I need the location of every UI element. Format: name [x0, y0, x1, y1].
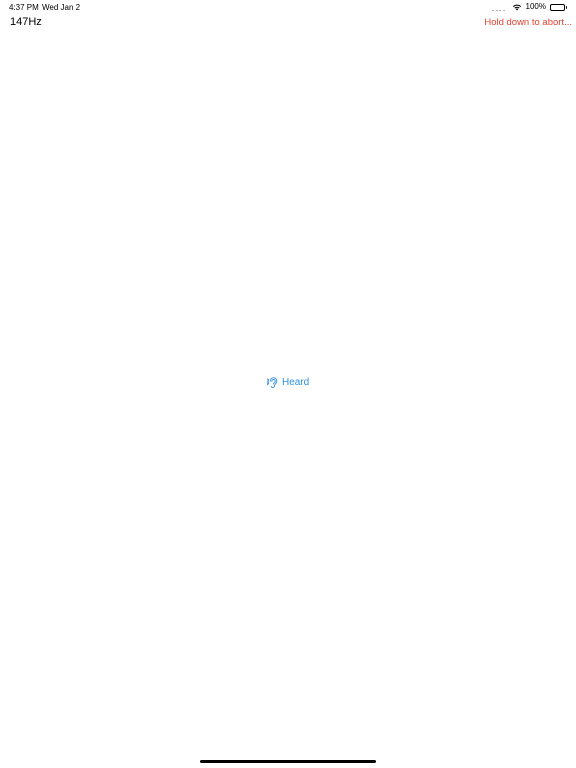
home-indicator[interactable]	[200, 760, 376, 763]
heard-button[interactable]: Heard	[267, 376, 309, 389]
signal-dots-icon	[492, 3, 505, 11]
status-bar: 4:37 PM Wed Jan 2 100%	[0, 0, 576, 14]
wifi-icon	[512, 3, 522, 11]
frequency-label: 147Hz	[10, 16, 42, 28]
heard-label: Heard	[282, 377, 310, 388]
status-date: Wed Jan 2	[42, 3, 81, 12]
abort-button[interactable]: Hold down to abort...	[484, 17, 572, 28]
battery-icon	[550, 3, 567, 11]
ear-icon	[267, 376, 280, 389]
battery-percent: 100%	[525, 2, 546, 11]
status-time: 4:37 PM	[9, 3, 39, 12]
status-indicators: 100%	[492, 2, 567, 12]
